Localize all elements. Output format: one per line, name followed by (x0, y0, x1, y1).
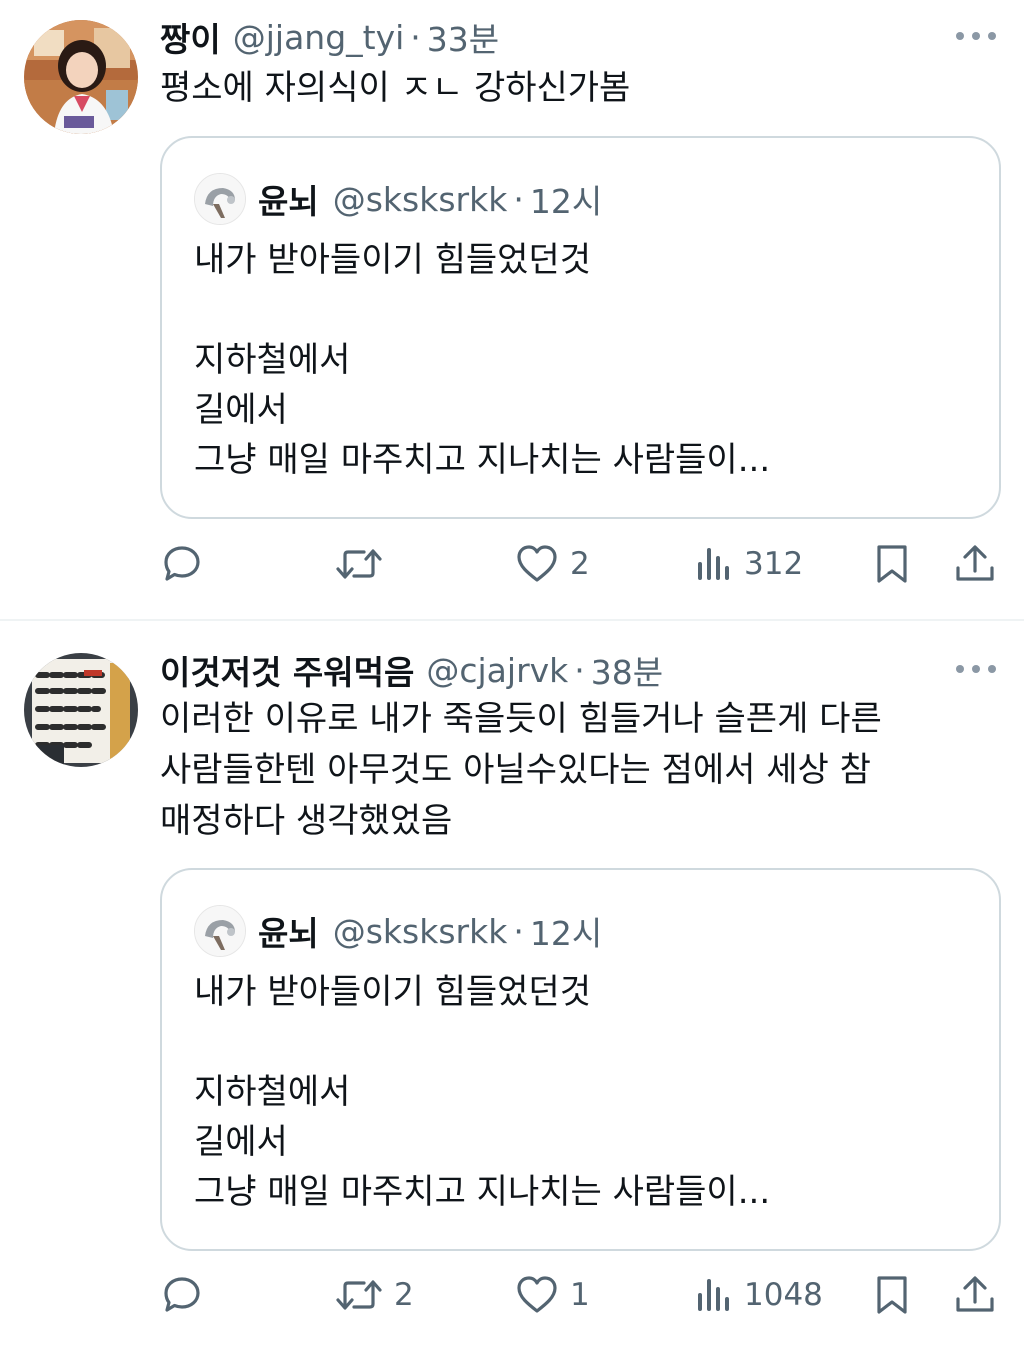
reply-icon (160, 542, 204, 586)
action-bar: 2 312 (0, 534, 1024, 594)
action-bar: 2 1 1048 (0, 1265, 1024, 1325)
like-button[interactable]: 1 (514, 1265, 590, 1325)
tweet-text: 이러한 이유로 내가 죽을듯이 힘들거나 슬픈게 다른 사람들한텐 아무것도 아… (160, 699, 893, 841)
separator-dot: · (513, 179, 524, 219)
quote-text: 내가 받아들이기 힘들었던것 지하철에서 길에서 그냥 매일 마주치고 지나치는… (194, 972, 771, 1212)
reply-button[interactable] (160, 1265, 214, 1325)
avatar[interactable] (24, 20, 138, 134)
retweet-count: 2 (394, 1277, 414, 1313)
quote-handle: @sksksrkk (332, 179, 508, 219)
timestamp[interactable]: 38분 (591, 646, 663, 694)
tweet[interactable]: 이것저것 주워먹음 @cjajrvk · 38분 이러한 이유로 내가 죽을듯이… (0, 621, 1024, 1346)
quote-tweet[interactable]: 윤뇌 @sksksrkk · 12시 내가 받아들이기 힘들었던것 지하철에서 … (160, 136, 1001, 519)
quote-handle: @sksksrkk (332, 911, 508, 951)
avatar[interactable] (24, 653, 138, 767)
retweet-button[interactable] (334, 534, 394, 594)
tweet[interactable]: 짱이 @jjang_tyi · 33분 평소에 자의식이 ㅈㄴ 강하신가봄 윤뇌… (0, 0, 1024, 620)
bookmark-button[interactable] (872, 1265, 912, 1325)
share-icon (953, 1273, 997, 1317)
quote-header: 윤뇌 @sksksrkk · 12시 (258, 174, 602, 224)
more-options-icon[interactable] (956, 26, 996, 46)
quote-display-name: 윤뇌 (258, 182, 319, 221)
separator-dot: · (513, 911, 524, 951)
retweet-icon (334, 1273, 384, 1317)
heart-icon (514, 1273, 560, 1317)
views-chart-icon (694, 1273, 734, 1317)
like-count: 2 (570, 546, 590, 582)
handle[interactable]: @jjang_tyi (233, 18, 405, 57)
tweet-header: 이것저것 주워먹음 @cjajrvk · 38분 (160, 647, 663, 693)
quote-text: 내가 받아들이기 힘들었던것 지하철에서 길에서 그냥 매일 마주치고 지나치는… (194, 240, 771, 480)
separator-dot: · (574, 650, 585, 690)
quote-tweet[interactable]: 윤뇌 @sksksrkk · 12시 내가 받아들이기 힘들었던것 지하철에서 … (160, 868, 1001, 1251)
display-name[interactable]: 짱이 (160, 13, 221, 61)
views-button[interactable]: 1048 (694, 1265, 823, 1325)
share-button[interactable] (953, 534, 997, 594)
quote-header: 윤뇌 @sksksrkk · 12시 (258, 906, 602, 956)
like-button[interactable]: 2 (514, 534, 590, 594)
reply-icon (160, 1273, 204, 1317)
timestamp[interactable]: 33분 (427, 13, 499, 61)
bookmark-icon (872, 542, 912, 586)
view-count: 312 (744, 546, 804, 582)
more-options-icon[interactable] (956, 659, 996, 679)
share-button[interactable] (953, 1265, 997, 1325)
view-count: 1048 (744, 1277, 823, 1313)
tweet-text: 평소에 자의식이 ㅈㄴ 강하신가봄 (160, 68, 631, 108)
retweet-button[interactable]: 2 (334, 1265, 414, 1325)
reply-button[interactable] (160, 534, 214, 594)
quote-timestamp: 12시 (529, 182, 603, 221)
like-count: 1 (570, 1277, 590, 1313)
bookmark-icon (872, 1273, 912, 1317)
views-chart-icon (694, 542, 734, 586)
quote-display-name: 윤뇌 (258, 914, 319, 953)
separator-dot: · (410, 17, 421, 57)
display-name[interactable]: 이것저것 주워먹음 (160, 646, 414, 694)
share-icon (953, 542, 997, 586)
heart-icon (514, 542, 560, 586)
quote-timestamp: 12시 (529, 914, 603, 953)
tweet-header: 짱이 @jjang_tyi · 33분 (160, 14, 499, 60)
quote-avatar (194, 905, 246, 957)
handle[interactable]: @cjajrvk (426, 651, 568, 690)
quote-avatar (194, 173, 246, 225)
retweet-icon (334, 542, 384, 586)
bookmark-button[interactable] (872, 534, 912, 594)
views-button[interactable]: 312 (694, 534, 803, 594)
